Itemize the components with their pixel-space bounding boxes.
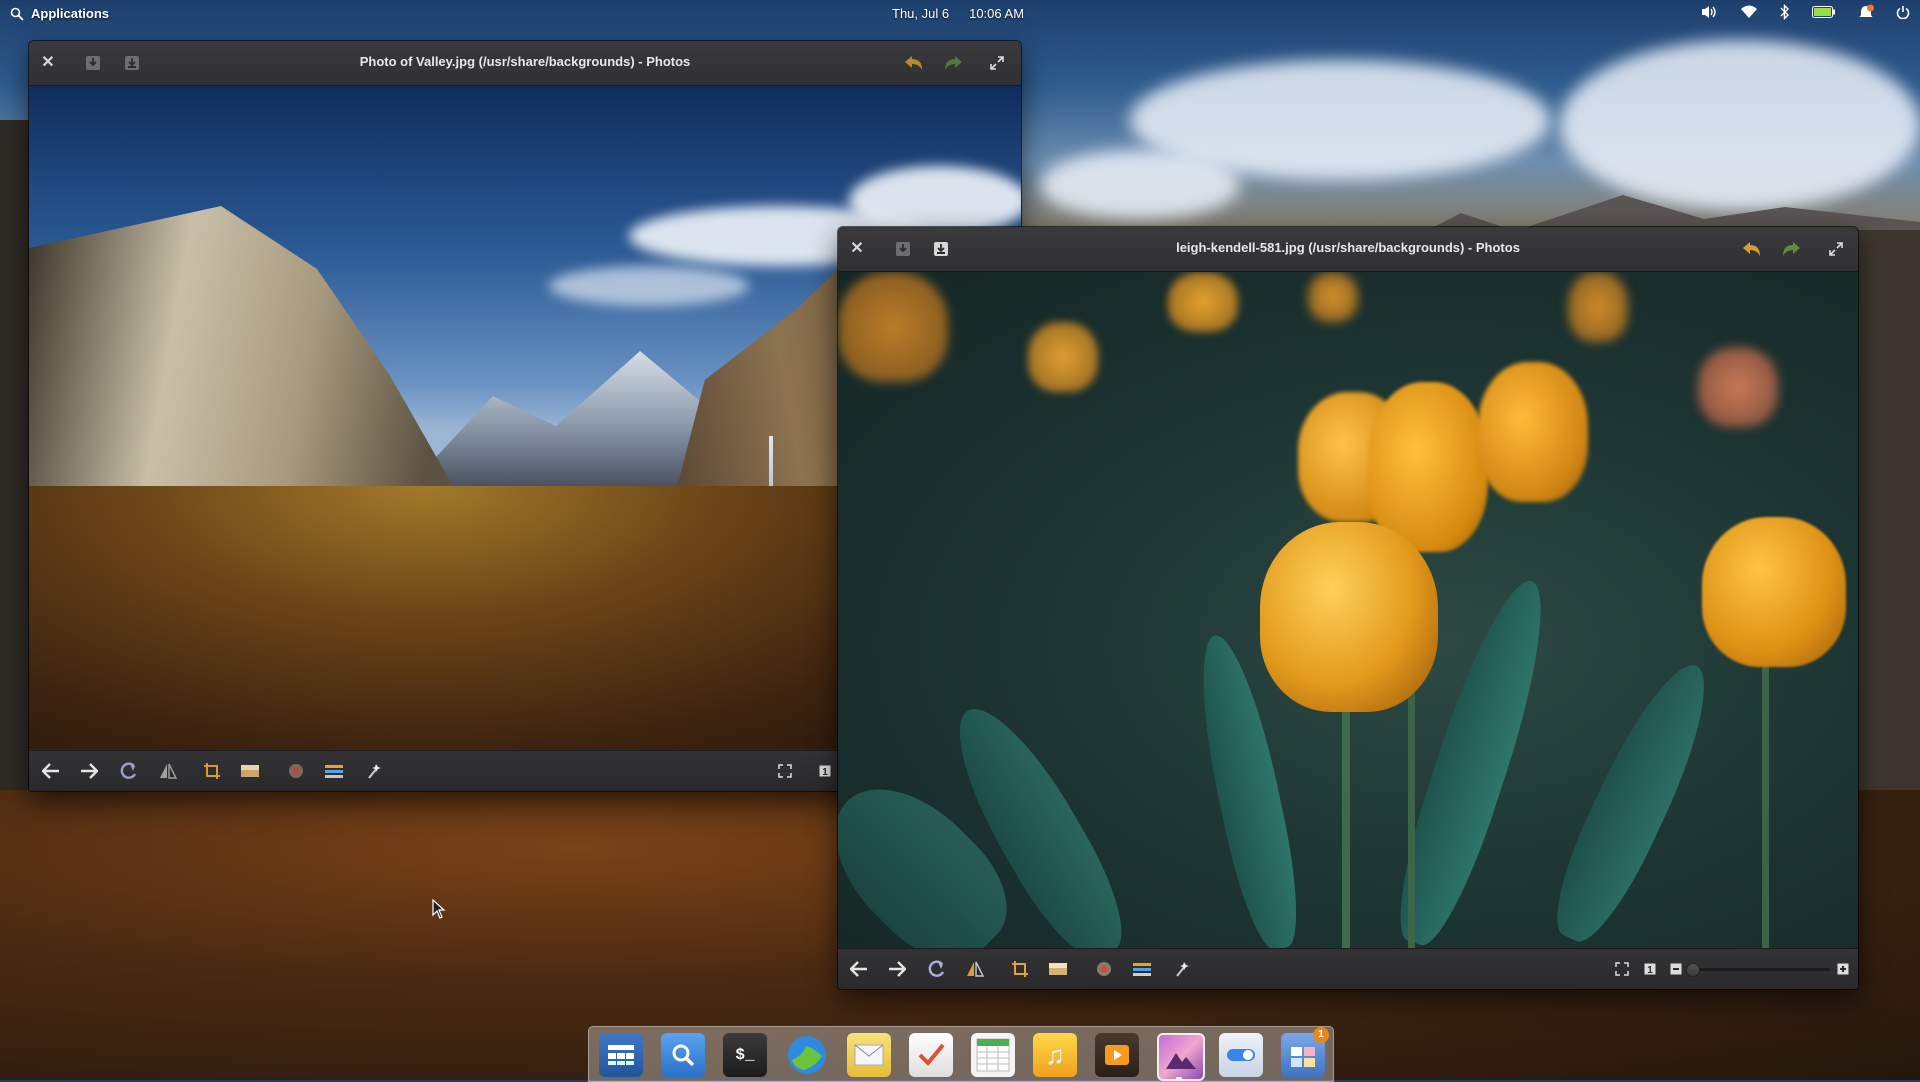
window-title: Photo of Valley.jpg (/usr/share/backgrou… <box>359 54 691 69</box>
zoom-slider[interactable] <box>1686 963 1830 977</box>
date-time-indicator[interactable]: Thu, Jul 6 10:06 AM <box>892 6 1024 21</box>
redo-icon[interactable] <box>942 52 964 74</box>
flip-button[interactable] <box>156 760 180 782</box>
rotate-button[interactable] <box>925 958 949 980</box>
tasks-icon[interactable] <box>909 1033 953 1077</box>
tulips-photo <box>838 272 1858 948</box>
videos-icon[interactable] <box>1095 1033 1139 1077</box>
fullscreen-icon[interactable] <box>1825 238 1847 260</box>
photos-icon[interactable] <box>1157 1033 1205 1081</box>
battery-icon[interactable] <box>1812 6 1836 18</box>
zoom-slider-handle[interactable] <box>1686 963 1700 977</box>
red-eye-button[interactable] <box>284 760 308 782</box>
mail-icon[interactable] <box>847 1033 891 1077</box>
multitasking-view-icon[interactable] <box>599 1033 643 1077</box>
red-eye-button[interactable] <box>1092 958 1116 980</box>
window-titlebar[interactable]: ✕ Photo of Valley.jpg (/usr/share/backgr… <box>29 41 1021 86</box>
bluetooth-icon[interactable] <box>1780 4 1790 20</box>
volume-icon[interactable] <box>1700 4 1718 20</box>
redo-icon[interactable] <box>1780 238 1802 260</box>
window-titlebar[interactable]: ✕ leigh-kendell-581.jpg (/usr/share/back… <box>838 227 1858 272</box>
wifi-icon[interactable] <box>1740 5 1758 19</box>
back-button[interactable] <box>39 760 63 782</box>
notification-badge: 1 <box>1313 1027 1329 1043</box>
crop-button[interactable] <box>200 760 224 782</box>
forward-button[interactable] <box>885 958 909 980</box>
power-icon[interactable] <box>1896 5 1910 19</box>
web-browser-icon[interactable] <box>785 1033 829 1077</box>
notifications-icon[interactable] <box>1858 4 1874 20</box>
adjust-button[interactable] <box>1130 958 1154 980</box>
photos-window-tulips[interactable]: ✕ leigh-kendell-581.jpg (/usr/share/back… <box>838 227 1858 989</box>
applications-menu[interactable]: Applications <box>10 6 109 21</box>
time-label: 10:06 AM <box>969 6 1025 21</box>
undo-icon[interactable] <box>1741 238 1763 260</box>
files-icon[interactable] <box>661 1033 705 1077</box>
flip-button[interactable] <box>963 958 987 980</box>
adjust-button[interactable] <box>322 760 346 782</box>
actual-size-icon[interactable]: 1 <box>1638 958 1662 980</box>
system-indicators <box>1700 4 1910 20</box>
actual-size-icon[interactable]: 1 <box>813 760 837 782</box>
back-button[interactable] <box>847 958 871 980</box>
zoom-out-icon[interactable] <box>1664 958 1688 980</box>
enhance-button[interactable] <box>1171 958 1195 980</box>
mouse-cursor-icon <box>432 898 446 924</box>
terminal-icon[interactable]: $_ <box>723 1033 767 1077</box>
date-label: Thu, Jul 6 <box>892 6 950 21</box>
window-title: leigh-kendell-581.jpg (/usr/share/backgr… <box>1176 240 1520 255</box>
app-center-icon[interactable]: 1 <box>1281 1027 1329 1077</box>
fullscreen-icon[interactable] <box>986 52 1008 74</box>
svg-text:1: 1 <box>822 767 828 777</box>
top-panel: Applications Thu, Jul 6 10:06 AM <box>0 0 1920 28</box>
zoom-in-icon[interactable] <box>1831 958 1855 980</box>
photo-toolbar: 1 <box>838 948 1858 989</box>
enhance-button[interactable] <box>363 760 387 782</box>
rotate-button[interactable] <box>117 760 141 782</box>
forward-button[interactable] <box>77 760 101 782</box>
spreadsheet-icon[interactable] <box>971 1033 1015 1077</box>
system-settings-icon[interactable] <box>1219 1033 1263 1077</box>
straighten-button[interactable] <box>1046 958 1070 980</box>
applications-label: Applications <box>31 6 110 21</box>
svg-text:1: 1 <box>1647 965 1653 975</box>
music-icon[interactable]: ♫ <box>1033 1033 1077 1077</box>
search-icon <box>10 7 24 21</box>
dock: $_ ♫ 1 <box>588 1026 1334 1082</box>
crop-button[interactable] <box>1008 958 1032 980</box>
straighten-button[interactable] <box>238 760 262 782</box>
fit-to-window-icon[interactable] <box>1610 958 1634 980</box>
fit-to-window-icon[interactable] <box>773 760 797 782</box>
undo-icon[interactable] <box>903 52 925 74</box>
